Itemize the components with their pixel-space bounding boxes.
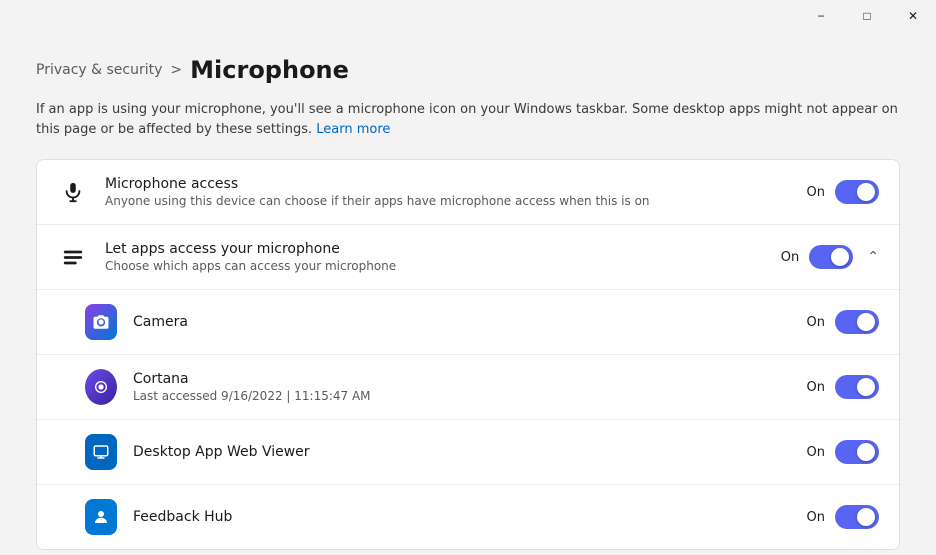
desktop-app-toggle[interactable] bbox=[835, 440, 879, 464]
settings-container: Microphone access Anyone using this devi… bbox=[36, 159, 900, 550]
setting-row-camera: Camera On bbox=[37, 290, 899, 355]
breadcrumb-current: Microphone bbox=[190, 56, 349, 84]
cortana-text: Cortana Last accessed 9/16/2022 | 11:15:… bbox=[133, 371, 807, 403]
let-apps-text: Let apps access your microphone Choose w… bbox=[105, 241, 781, 273]
camera-text: Camera bbox=[133, 314, 807, 330]
desktop-app-text: Desktop App Web Viewer bbox=[133, 444, 807, 460]
let-apps-title: Let apps access your microphone bbox=[105, 241, 781, 257]
microphone-access-subtitle: Anyone using this device can choose if t… bbox=[105, 194, 807, 208]
desktop-app-icon bbox=[85, 436, 117, 468]
setting-row-microphone-access: Microphone access Anyone using this devi… bbox=[37, 160, 899, 225]
feedback-hub-status: On bbox=[807, 510, 825, 525]
desktop-app-status: On bbox=[807, 445, 825, 460]
feedback-hub-toggle[interactable] bbox=[835, 505, 879, 529]
microphone-access-toggle[interactable] bbox=[835, 180, 879, 204]
setting-row-desktop-app: Desktop App Web Viewer On bbox=[37, 420, 899, 485]
setting-row-let-apps: Let apps access your microphone Choose w… bbox=[37, 225, 899, 290]
maximize-button[interactable]: □ bbox=[844, 0, 890, 32]
camera-status: On bbox=[807, 315, 825, 330]
breadcrumb: Privacy & security > Microphone bbox=[36, 56, 900, 84]
microphone-icon bbox=[57, 176, 89, 208]
setting-row-cortana: Cortana Last accessed 9/16/2022 | 11:15:… bbox=[37, 355, 899, 420]
feedback-hub-controls: On bbox=[807, 505, 879, 529]
page-content: Privacy & security > Microphone If an ap… bbox=[0, 32, 936, 550]
cortana-controls: On bbox=[807, 375, 879, 399]
page-description: If an app is using your microphone, you'… bbox=[36, 100, 900, 139]
minimize-button[interactable]: − bbox=[798, 0, 844, 32]
camera-controls: On bbox=[807, 310, 879, 334]
microphone-access-text: Microphone access Anyone using this devi… bbox=[105, 176, 807, 208]
microphone-access-status: On bbox=[807, 185, 825, 200]
let-apps-status: On bbox=[781, 250, 799, 265]
camera-toggle[interactable] bbox=[835, 310, 879, 334]
camera-title: Camera bbox=[133, 314, 807, 330]
camera-app-icon bbox=[85, 306, 117, 338]
desktop-app-controls: On bbox=[807, 440, 879, 464]
let-apps-chevron[interactable]: ⌃ bbox=[867, 249, 879, 265]
close-button[interactable]: ✕ bbox=[890, 0, 936, 32]
microphone-access-title: Microphone access bbox=[105, 176, 807, 192]
let-apps-controls: On ⌃ bbox=[781, 245, 879, 269]
feedback-hub-app-icon bbox=[85, 501, 117, 533]
feedback-hub-title: Feedback Hub bbox=[133, 509, 807, 525]
cortana-status: On bbox=[807, 380, 825, 395]
microphone-access-controls: On bbox=[807, 180, 879, 204]
cortana-app-icon bbox=[85, 371, 117, 403]
setting-row-feedback-hub: Feedback Hub On bbox=[37, 485, 899, 549]
let-apps-subtitle: Choose which apps can access your microp… bbox=[105, 259, 781, 273]
breadcrumb-parent[interactable]: Privacy & security bbox=[36, 62, 162, 78]
apps-icon bbox=[57, 241, 89, 273]
let-apps-toggle[interactable] bbox=[809, 245, 853, 269]
breadcrumb-separator: > bbox=[170, 62, 182, 78]
desktop-app-title: Desktop App Web Viewer bbox=[133, 444, 807, 460]
title-bar: − □ ✕ bbox=[0, 0, 936, 32]
cortana-toggle[interactable] bbox=[835, 375, 879, 399]
cortana-subtitle: Last accessed 9/16/2022 | 11:15:47 AM bbox=[133, 389, 807, 403]
description-text: If an app is using your microphone, you'… bbox=[36, 102, 898, 137]
learn-more-link[interactable]: Learn more bbox=[316, 122, 390, 137]
cortana-title: Cortana bbox=[133, 371, 807, 387]
feedback-hub-text: Feedback Hub bbox=[133, 509, 807, 525]
